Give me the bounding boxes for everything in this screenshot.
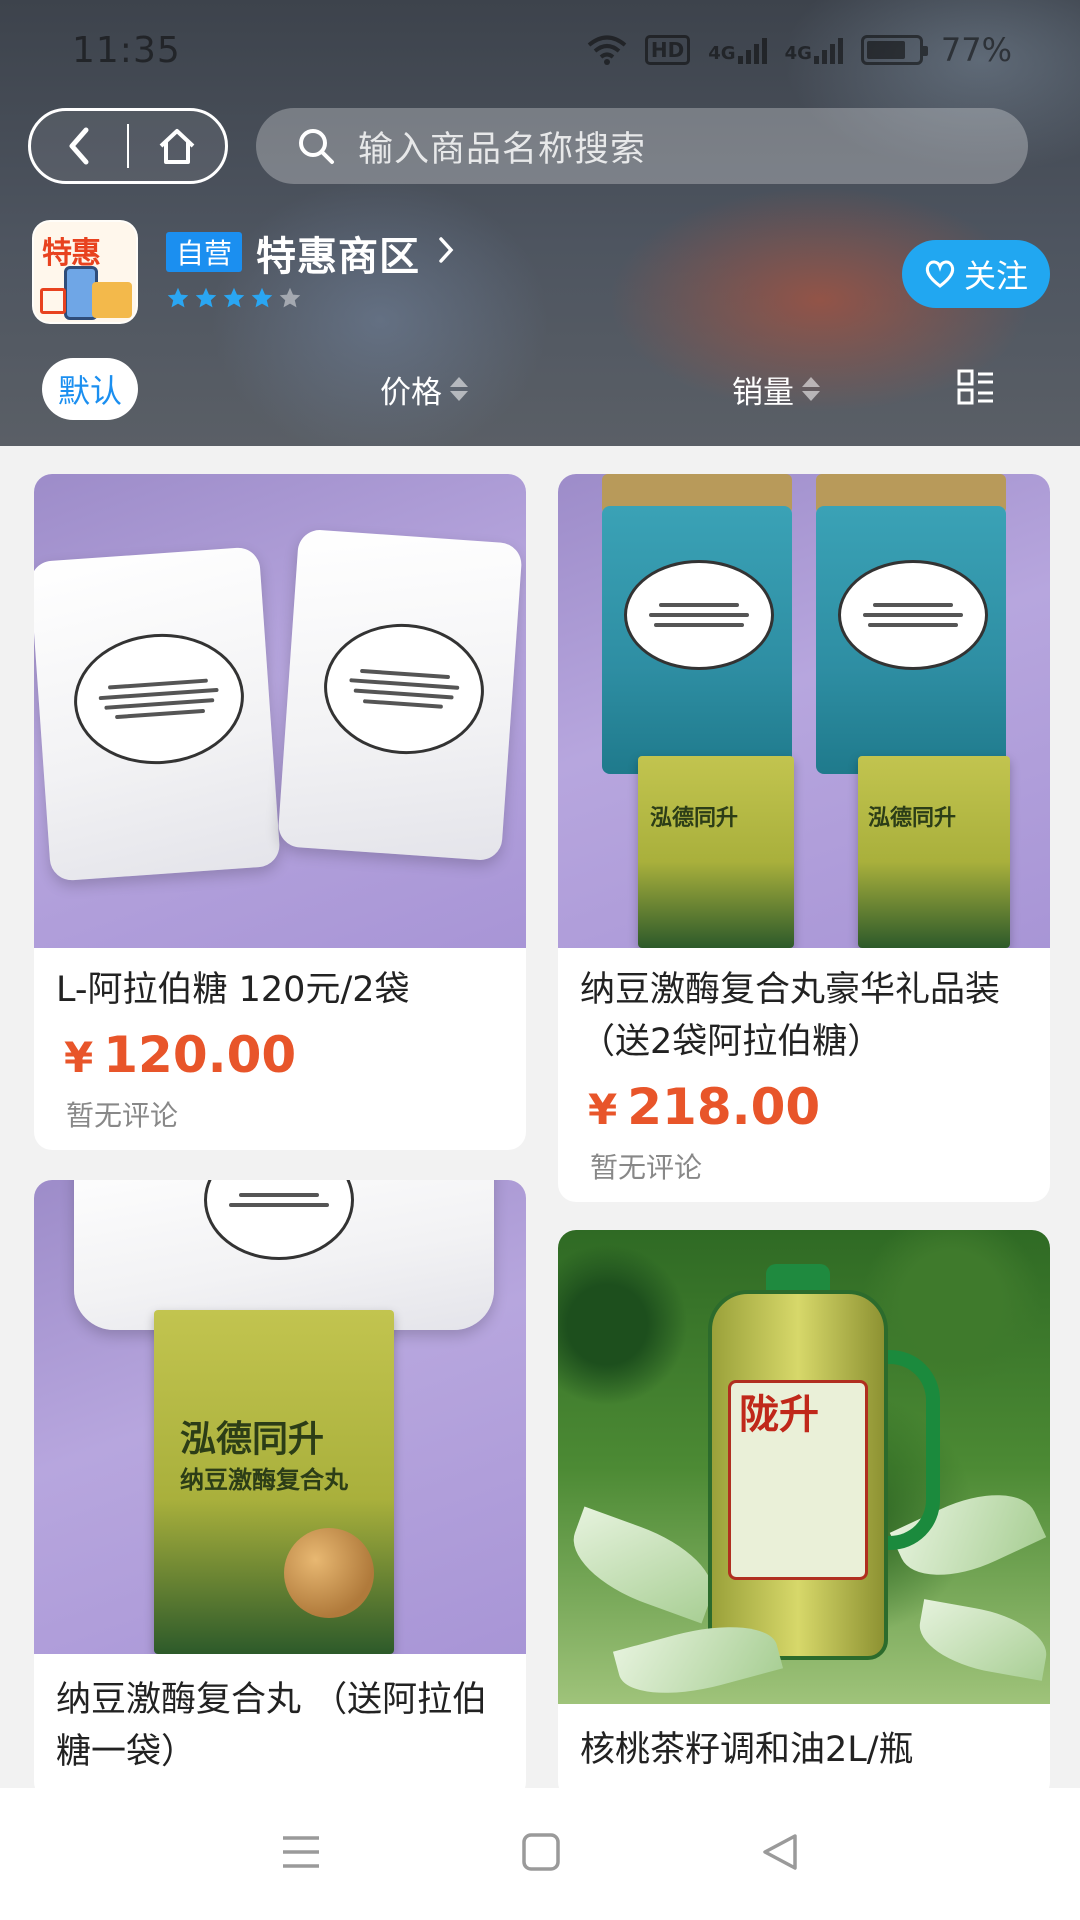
box-product-text: 纳豆激酶复合丸 — [180, 1466, 348, 1494]
sort-sales-tab[interactable]: 销量 — [732, 366, 820, 412]
product-card[interactable]: L-阿拉伯糖 120元/2袋 ¥120.00 暂无评论 — [34, 474, 526, 1150]
wifi-icon — [587, 34, 627, 66]
logo-box-graphic — [92, 282, 132, 318]
status-time: 11:35 — [72, 29, 181, 71]
store-header: 11:35 HD 4G 4G 77% 输入商品名称搜索 特惠 自营 特惠商区 关… — [0, 0, 1080, 446]
product-price: ¥120.00 — [64, 1026, 297, 1084]
product-image: 泓德同升 纳豆激酶复合丸 — [34, 1180, 526, 1654]
system-navigation-bar — [0, 1788, 1080, 1920]
star-empty-icon — [278, 286, 302, 314]
chevron-left-icon — [69, 127, 89, 165]
triangle-back-icon[interactable] — [759, 1831, 801, 1877]
status-icons: HD 4G 4G 77% — [587, 31, 1012, 69]
star-filled-icon — [166, 286, 190, 314]
signal-icon-1: 4G — [708, 36, 767, 64]
box-brand-text: 泓德同升 — [180, 1419, 325, 1460]
product-title: L-阿拉伯糖 120元/2袋 — [56, 970, 410, 1010]
layout-toggle-button[interactable] — [956, 368, 996, 412]
star-filled-icon — [194, 286, 218, 314]
self-operated-badge: 自营 — [166, 232, 242, 272]
menu-icon[interactable] — [279, 1832, 323, 1876]
search-input[interactable]: 输入商品名称搜索 — [256, 108, 1028, 184]
product-price: ¥218.00 — [588, 1078, 821, 1136]
battery-percent: 77% — [940, 31, 1012, 69]
search-placeholder: 输入商品名称搜索 — [358, 129, 647, 170]
store-rating — [166, 286, 302, 314]
store-name[interactable]: 特惠商区 — [256, 224, 420, 282]
logo-cart-graphic — [40, 288, 66, 314]
star-filled-icon — [250, 286, 274, 314]
star-filled-icon — [222, 286, 246, 314]
product-title: 核桃茶籽调和油2L/瓶 — [580, 1730, 914, 1770]
product-card[interactable]: 陇升 核桃茶籽调和油2L/瓶 — [558, 1230, 1050, 1800]
sort-arrows-icon — [450, 377, 468, 401]
status-bar: 11:35 HD 4G 4G 77% — [0, 0, 1080, 100]
product-card[interactable]: 泓德同升 纳豆激酶复合丸 纳豆激酶复合丸 （送阿拉伯糖一袋） — [34, 1180, 526, 1800]
sort-price-tab[interactable]: 价格 — [380, 366, 468, 412]
follow-label: 关注 — [963, 257, 1028, 295]
home-icon — [159, 129, 195, 164]
product-review: 暂无评论 — [590, 1151, 703, 1184]
product-review: 暂无评论 — [66, 1099, 179, 1132]
box-brand-text: 泓德同升 — [868, 806, 957, 831]
product-image: 泓德同升 泓德同升 — [558, 474, 1050, 948]
store-logo[interactable]: 特惠 — [32, 220, 138, 324]
square-home-icon[interactable] — [520, 1831, 562, 1877]
chevron-right-icon[interactable] — [436, 234, 456, 270]
grid-list-icon — [957, 369, 993, 405]
follow-button[interactable]: 关注 — [902, 240, 1050, 308]
battery-icon — [860, 35, 928, 65]
heart-icon — [925, 260, 955, 288]
sort-arrows-icon — [802, 377, 820, 401]
product-image — [34, 474, 526, 948]
signal-icon-2: 4G — [785, 36, 843, 64]
hd-icon: HD — [644, 35, 691, 65]
product-title: 纳豆激酶复合丸豪华礼品装（送2袋阿拉伯糖） — [580, 970, 1001, 1062]
sort-sales-label: 销量 — [732, 374, 794, 411]
sort-default-tab[interactable]: 默认 — [42, 358, 138, 420]
product-image: 陇升 — [558, 1230, 1050, 1704]
back-button[interactable] — [31, 111, 127, 181]
oil-brand-text: 陇升 — [739, 1392, 819, 1438]
search-icon — [299, 129, 334, 164]
home-button[interactable] — [129, 111, 225, 181]
sort-price-label: 价格 — [380, 374, 442, 411]
product-title: 纳豆激酶复合丸 （送阿拉伯糖一袋） — [56, 1680, 488, 1772]
box-brand-text: 泓德同升 — [650, 806, 739, 831]
nav-capsule — [28, 108, 228, 184]
product-card[interactable]: 泓德同升 泓德同升 纳豆激酶复合丸豪华礼品装（送2袋阿拉伯糖） ¥218.00 … — [558, 474, 1050, 1202]
